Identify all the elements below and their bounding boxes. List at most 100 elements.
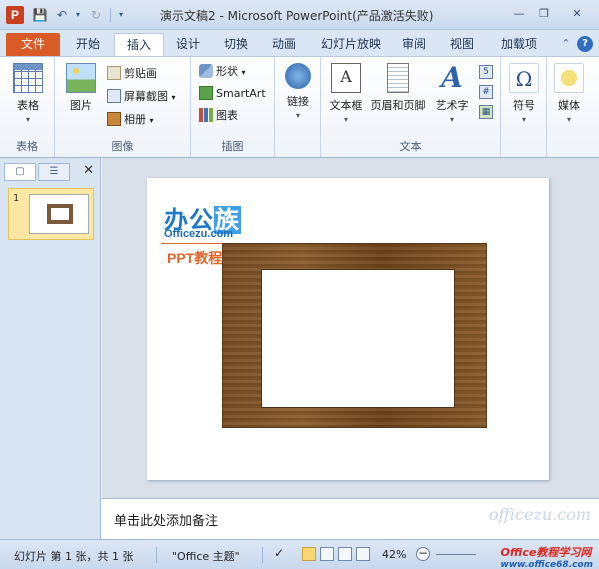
reading-view-icon[interactable]	[338, 547, 352, 561]
powerpoint-app-icon[interactable]: P	[6, 6, 24, 24]
undo-icon[interactable]: ↶	[54, 7, 70, 23]
clipart-button[interactable]: 剪贴画	[107, 65, 157, 83]
tab-home[interactable]: 开始	[68, 33, 108, 57]
group-label-text: 文本	[399, 140, 422, 153]
notes-watermark: officezu.com	[488, 505, 591, 524]
chevron-down-icon: ▾	[521, 115, 526, 124]
wordart-button[interactable]: A 艺术字 ▾	[431, 61, 473, 125]
notes-placeholder[interactable]: 单击此处添加备注	[114, 510, 218, 529]
slide-number-icon[interactable]: #	[479, 85, 493, 99]
slide-thumbnail	[29, 194, 89, 234]
current-slide[interactable]: 办公族 Officezu.com PPT教程	[147, 178, 549, 480]
close-window-button[interactable]: ✕	[566, 6, 588, 22]
slides-tab[interactable]: ▢	[4, 163, 36, 181]
chevron-down-icon: ▾	[149, 116, 154, 125]
shapes-button[interactable]: 形状 ▾	[199, 63, 246, 81]
textbox-label: 文本框	[329, 99, 363, 112]
chevron-down-icon: ▾	[171, 93, 176, 102]
photo-album-icon	[107, 112, 121, 126]
group-tables: 表格 ▾ 表格	[0, 57, 55, 157]
quick-access-separator	[110, 8, 111, 22]
insert-picture-button[interactable]: 图片	[61, 63, 101, 113]
screenshot-icon	[107, 89, 121, 103]
redo-icon[interactable]: ↻	[88, 7, 104, 23]
wood-frame-shape[interactable]	[222, 243, 487, 428]
link-globe-icon	[285, 63, 311, 89]
site-watermark: Office教程学习网 www.office68.com	[501, 544, 594, 569]
frame-inner-area	[261, 269, 455, 408]
tab-file[interactable]: 文件	[6, 33, 60, 57]
header-footer-button[interactable]: 页眉和页脚	[367, 63, 429, 113]
site-watermark-url: www.office68.com	[500, 560, 594, 569]
tab-transitions[interactable]: 切换	[214, 33, 258, 57]
notes-pane[interactable]: 单击此处添加备注 officezu.com	[102, 498, 599, 539]
tab-view[interactable]: 视图	[442, 33, 482, 57]
shapes-icon	[199, 64, 213, 78]
link-button[interactable]: 链接 ▾	[278, 63, 318, 120]
tab-animations[interactable]: 动画	[262, 33, 306, 57]
symbol-label: 符号	[513, 99, 535, 112]
smartart-label: SmartArt	[216, 87, 266, 100]
customize-quick-access-icon[interactable]: ▾	[113, 7, 129, 23]
clipart-label: 剪贴画	[124, 67, 157, 80]
tab-review[interactable]: 审阅	[394, 33, 434, 57]
minimize-button[interactable]: —	[508, 6, 530, 22]
status-bar: 幻灯片 第 1 张，共 1 张 "Office 主题" ✓ 42% − Offi…	[0, 539, 599, 569]
chevron-down-icon: ▾	[566, 115, 571, 124]
textbox-button[interactable]: A 文本框 ▾	[327, 63, 365, 124]
table-icon	[13, 63, 43, 93]
undo-dropdown-icon[interactable]: ▾	[70, 7, 86, 23]
slide-thumbnail-number: 1	[13, 193, 20, 204]
site-watermark-title: Office教程学习网	[500, 546, 592, 559]
tab-slideshow[interactable]: 幻灯片放映	[314, 33, 388, 57]
chart-button[interactable]: 图表	[199, 107, 238, 125]
slide-editor: 办公族 Officezu.com PPT教程	[102, 158, 599, 498]
normal-view-icon[interactable]	[302, 547, 316, 561]
slideshow-view-icon[interactable]	[356, 547, 370, 561]
help-icon[interactable]: ?	[577, 36, 593, 52]
tab-insert[interactable]: 插入	[114, 33, 164, 57]
wordart-label: 艺术字	[435, 99, 469, 112]
collapse-ribbon-icon[interactable]: ⌃	[558, 36, 574, 52]
chevron-down-icon: ▾	[449, 115, 454, 124]
screenshot-button[interactable]: 屏幕截图 ▾	[107, 88, 176, 106]
symbol-button[interactable]: Ω 符号 ▾	[504, 63, 544, 124]
group-illustrations: 形状 ▾ SmartArt 图表 插图	[191, 57, 275, 157]
slide-sorter-view-icon[interactable]	[320, 547, 334, 561]
picture-icon	[66, 63, 96, 93]
wordart-icon: A	[441, 61, 463, 94]
media-button[interactable]: 媒体 ▾	[549, 63, 589, 124]
object-icon[interactable]: ▦	[479, 105, 493, 119]
smartart-button[interactable]: SmartArt	[199, 85, 266, 103]
smartart-icon	[199, 86, 213, 100]
chevron-down-icon: ▾	[25, 115, 30, 124]
close-panel-icon[interactable]: ✕	[83, 164, 94, 178]
header-footer-label: 页眉和页脚	[370, 99, 426, 112]
photo-album-button[interactable]: 相册 ▾	[107, 111, 154, 129]
theme-status: "Office 主题"	[172, 550, 240, 563]
tab-addins[interactable]: 加载项	[494, 33, 544, 57]
table-button-label: 表格	[17, 99, 39, 112]
group-media: 媒体 ▾	[547, 57, 593, 157]
spellcheck-icon[interactable]: ✓	[274, 546, 284, 560]
link-button-label: 链接	[287, 95, 309, 108]
zoom-level[interactable]: 42%	[382, 548, 406, 561]
group-images: 图片 剪贴画 屏幕截图 ▾ 相册 ▾ 图像	[55, 57, 191, 157]
insert-table-button[interactable]: 表格 ▾	[8, 63, 48, 124]
ribbon-tabs: 文件 开始 插入 设计 切换 动画 幻灯片放映 审阅 视图 加载项 ⌃ ?	[0, 30, 599, 57]
omega-symbol-icon: Ω	[509, 63, 539, 93]
screenshot-label: 屏幕截图	[124, 90, 168, 103]
header-footer-icon	[387, 63, 409, 93]
speaker-icon	[554, 63, 584, 93]
tab-design[interactable]: 设计	[168, 33, 208, 57]
save-icon[interactable]: 💾	[32, 7, 48, 23]
slide-thumbnail-item[interactable]: 1	[8, 188, 94, 240]
group-label-images: 图像	[111, 140, 134, 153]
date-time-icon[interactable]: 5	[479, 65, 493, 79]
zoom-out-icon[interactable]: −	[416, 547, 430, 561]
zoom-slider[interactable]	[436, 554, 476, 555]
chevron-down-icon: ▾	[295, 111, 300, 120]
group-links: 链接 ▾	[275, 57, 321, 157]
outline-tab[interactable]: ☰	[38, 163, 70, 181]
restore-button[interactable]: ❐	[533, 6, 555, 22]
